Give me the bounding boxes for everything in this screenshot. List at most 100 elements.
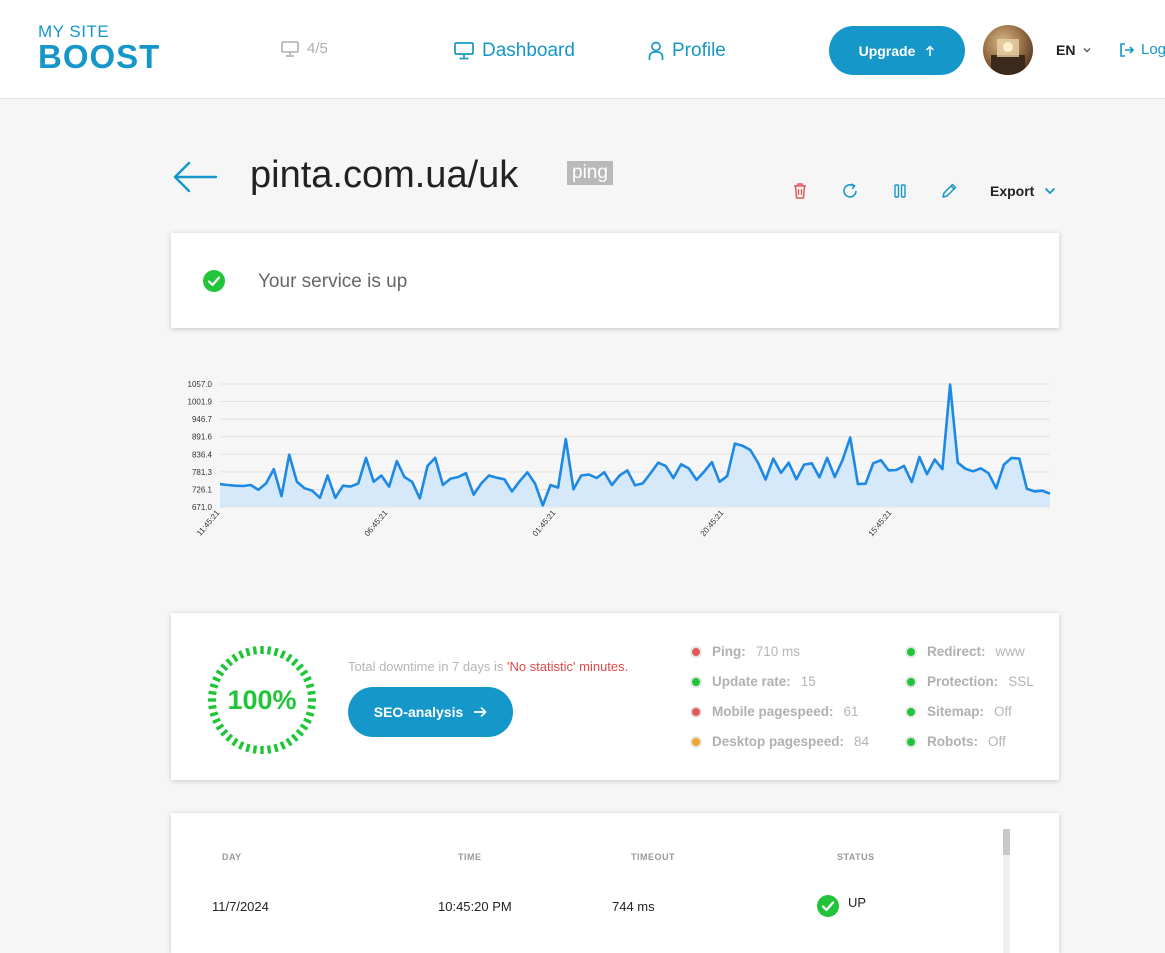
nav-profile-label: Profile [672, 40, 726, 61]
ring-tick [238, 650, 245, 659]
metric-mobile-pagespeed: Mobile pagespeed: 61 [690, 704, 859, 719]
ring-tick [212, 717, 221, 724]
ring-tick [252, 646, 258, 655]
ring-tick [299, 669, 309, 677]
pause-icon[interactable] [890, 181, 910, 201]
y-tick-label: 671.0 [192, 503, 213, 512]
delete-icon[interactable] [790, 181, 810, 201]
ring-tick [266, 745, 272, 754]
arrow-up-icon [926, 44, 935, 56]
status-dot [905, 645, 917, 658]
column-header-timeout: TIMEOUT [631, 852, 675, 862]
metric-value: Off [988, 734, 1006, 749]
status-dot [690, 705, 702, 718]
metric-sitemap: Sitemap: Off [905, 704, 1012, 719]
response-time-chart: 1057.0 1001.9 946.7 891.6 836.4 781.3 726.1 671… [188, 380, 1051, 538]
x-tick-label: 06:45:21 [363, 508, 390, 538]
ring-tick [238, 741, 245, 750]
ring-tick [209, 683, 219, 689]
x-tick-label: 20:45:21 [699, 508, 726, 538]
ring-tick [279, 741, 286, 750]
ring-tick [305, 711, 315, 717]
site-logo[interactable]: MY SITE BOOST [38, 22, 178, 78]
check-log-table: DAY TIME TIMEOUT STATUS 11/7/2024 10:45:… [171, 813, 1059, 953]
chevron-down-icon [1045, 187, 1056, 195]
edit-icon[interactable] [939, 181, 959, 201]
status-dot [905, 735, 917, 748]
cell-status: UP [848, 895, 867, 910]
metric-value: 15 [800, 674, 816, 689]
x-tick-label: 11:45:21 [195, 508, 222, 538]
metric-protection: Protection: SSL [905, 674, 1034, 689]
monitor-icon [454, 42, 474, 60]
x-tick-label: 01:45:21 [531, 508, 558, 538]
arrow-right-icon [474, 706, 487, 718]
metric-label: Robots: [927, 734, 978, 749]
ring-tick [208, 690, 217, 696]
column-header-day: DAY [222, 852, 242, 862]
upgrade-label: Upgrade [858, 42, 916, 59]
cell-timeout: 744 ms [612, 899, 655, 914]
ring-tick [273, 647, 279, 657]
logout-link[interactable]: Log out [1119, 41, 1165, 58]
service-status-text: Your service is up [258, 271, 408, 292]
y-tick-label: 726.1 [192, 485, 213, 494]
metric-label: Update rate: [712, 674, 791, 689]
export-dropdown[interactable]: Export [990, 183, 1056, 199]
scrollbar-thumb[interactable] [1003, 829, 1010, 855]
y-tick-label: 891.6 [192, 433, 213, 442]
ring-tick [220, 728, 229, 737]
metric-value: 84 [854, 734, 870, 749]
refresh-icon[interactable] [840, 181, 860, 201]
uptime-ring: 100% [208, 646, 316, 754]
monitor-icon [281, 40, 299, 57]
check-type-badge: ping [567, 161, 613, 185]
metric-robots: Robots: Off [905, 734, 1006, 749]
nav-dashboard[interactable]: Dashboard [454, 40, 575, 62]
stats-card: 100% Total downtime in 7 days is 'No sta… [171, 613, 1059, 780]
status-dot [690, 735, 702, 748]
y-tick-label: 836.4 [192, 450, 213, 459]
ring-tick [285, 653, 293, 663]
sites-counter-value: 4/5 [307, 40, 328, 57]
top-navigation-bar: MY SITE BOOST 4/5 Dashboard Profile Upgr… [0, 0, 1165, 99]
avatar[interactable] [983, 25, 1033, 75]
ring-tick [273, 743, 279, 753]
ring-tick [285, 737, 293, 747]
upgrade-button[interactable]: Upgrade [829, 26, 965, 75]
metric-value: 61 [843, 704, 859, 719]
chevron-down-icon [1083, 48, 1091, 53]
seo-analysis-button[interactable]: SEO-analysis [348, 687, 513, 737]
logo-line2: BOOST [38, 38, 161, 75]
ring-tick [245, 743, 251, 753]
cell-time: 10:45:20 PM [438, 899, 512, 914]
sites-counter: 4/5 [281, 40, 328, 57]
metric-label: Ping: [712, 644, 746, 659]
language-selector[interactable]: EN [1056, 42, 1091, 58]
nav-profile[interactable]: Profile [648, 40, 726, 62]
y-tick-label: 1057.0 [188, 380, 213, 389]
table-scrollbar[interactable] [1003, 829, 1010, 953]
ring-tick [290, 733, 299, 742]
nav-dashboard-label: Dashboard [482, 40, 575, 61]
uptime-percent: 100% [227, 685, 296, 715]
logout-icon [1120, 42, 1135, 57]
ring-tick [266, 646, 272, 655]
logout-label: Log out [1141, 41, 1165, 58]
back-arrow-icon[interactable] [172, 160, 218, 194]
metric-label: Mobile pagespeed: [712, 704, 834, 719]
ring-tick [215, 723, 225, 731]
seo-analysis-label: SEO-analysis [373, 704, 464, 720]
ring-tick [299, 723, 309, 731]
ring-tick [215, 669, 225, 677]
column-header-status: STATUS [837, 852, 875, 862]
ring-tick [212, 676, 221, 683]
export-label: Export [990, 183, 1035, 199]
ring-tick [231, 737, 239, 747]
metric-value: SSL [1008, 674, 1034, 689]
downtime-value: 'No statistic' [506, 659, 576, 674]
check-circle-icon [203, 270, 225, 292]
ring-tick [208, 704, 217, 710]
downtime-text: Total downtime in 7 days is 'No statisti… [348, 659, 628, 674]
metric-value: www [995, 644, 1025, 659]
